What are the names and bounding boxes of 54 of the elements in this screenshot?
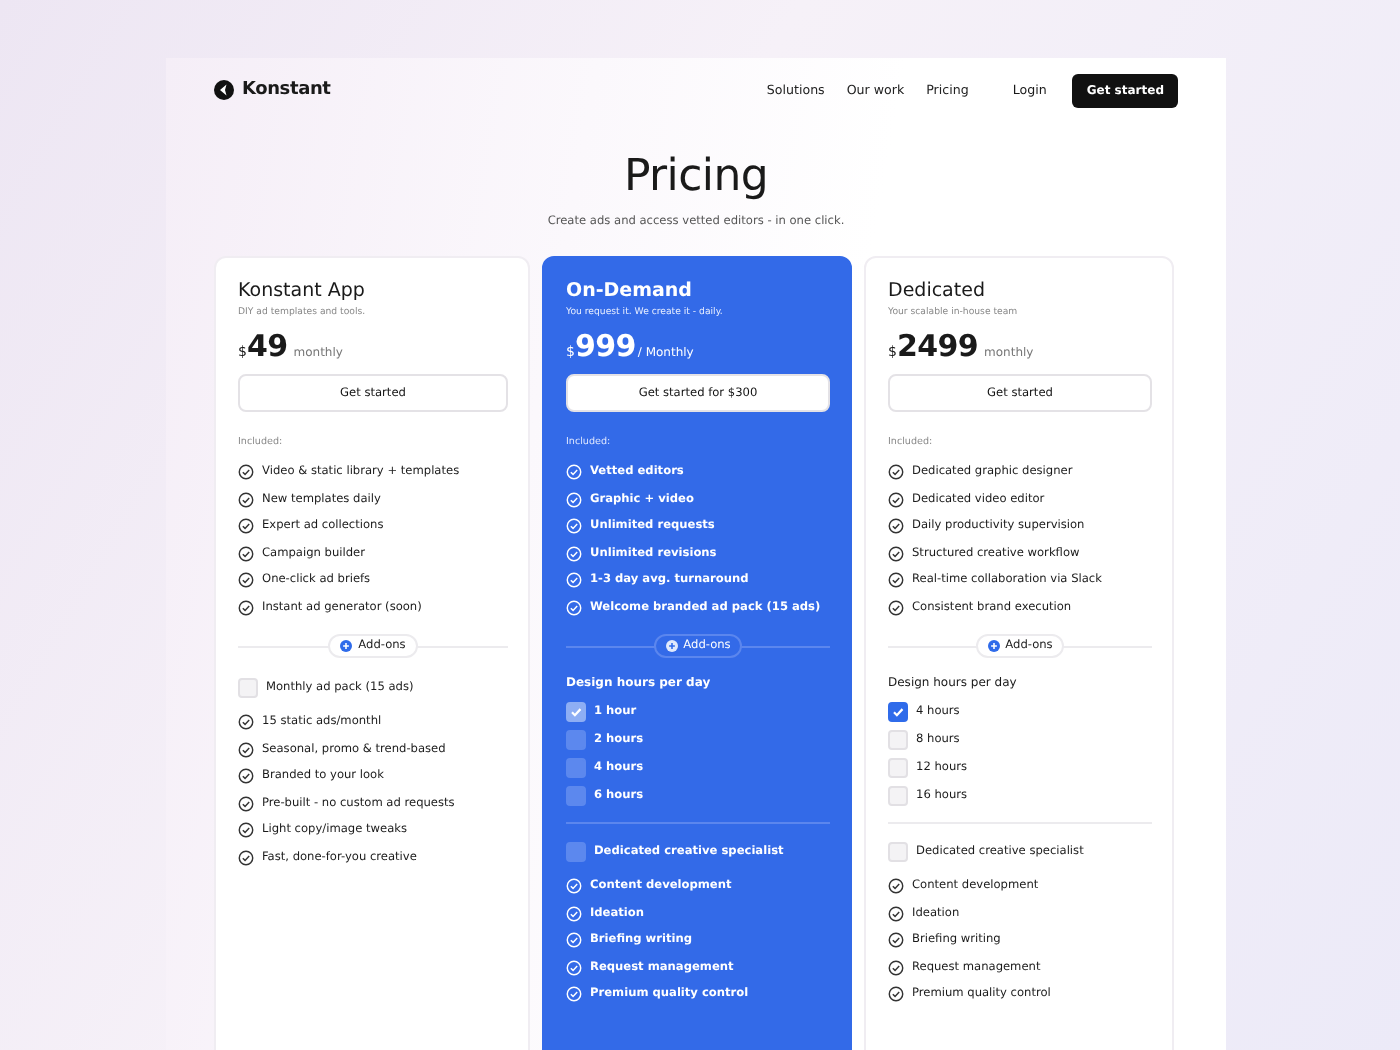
checkbox[interactable] — [566, 758, 586, 778]
page-title: Pricing — [621, 152, 771, 202]
check-circle-icon — [566, 599, 582, 616]
check-circle-icon — [888, 545, 904, 562]
check-circle-icon — [566, 905, 582, 922]
check-circle-icon — [566, 959, 582, 976]
check-circle-icon — [888, 464, 904, 481]
check-circle-icon — [888, 572, 904, 589]
check-circle-icon — [238, 741, 254, 758]
checkbox[interactable] — [566, 702, 586, 722]
checkbox[interactable] — [888, 702, 908, 722]
check-circle-icon — [888, 959, 904, 976]
check-circle-icon — [888, 932, 904, 949]
plan-name: Dedicated — [888, 280, 987, 302]
check-circle-icon — [888, 518, 904, 535]
check-circle-icon — [238, 795, 254, 812]
plan-name: On-Demand — [566, 280, 694, 302]
check-circle-icon — [238, 545, 254, 562]
plan-price: 999 — [574, 328, 636, 364]
check-circle-icon — [888, 599, 904, 616]
check-circle-icon — [566, 572, 582, 589]
check-circle-icon — [566, 518, 582, 535]
logo-icon — [214, 80, 234, 100]
check-circle-icon — [888, 878, 904, 895]
check-circle-icon — [238, 518, 254, 535]
plan-price: 2499 — [896, 328, 979, 364]
check-circle-icon — [566, 491, 582, 508]
check-circle-icon — [566, 986, 582, 1003]
plan-name: Konstant App — [238, 280, 367, 302]
check-circle-icon — [566, 878, 582, 895]
check-icon — [890, 704, 906, 720]
check-circle-icon — [566, 464, 582, 481]
check-circle-icon — [238, 768, 254, 785]
checkbox[interactable] — [566, 842, 586, 862]
check-circle-icon — [238, 849, 254, 866]
check-circle-icon — [238, 599, 254, 616]
check-circle-icon — [238, 572, 254, 589]
plus-circle-icon — [987, 640, 1000, 652]
check-circle-icon — [238, 822, 254, 839]
plan-price: 49 — [246, 328, 288, 364]
plus-circle-icon — [665, 640, 678, 652]
check-circle-icon — [238, 491, 254, 508]
check-circle-icon — [566, 932, 582, 949]
check-icon — [568, 704, 584, 720]
brand-name[interactable]: Konstant — [242, 80, 331, 100]
check-circle-icon — [566, 545, 582, 562]
check-circle-icon — [888, 905, 904, 922]
checkbox[interactable] — [566, 730, 586, 750]
checkbox[interactable] — [566, 786, 586, 806]
check-circle-icon — [238, 464, 254, 481]
check-circle-icon — [888, 986, 904, 1003]
check-circle-icon — [238, 714, 254, 731]
plus-circle-icon — [340, 640, 353, 652]
check-circle-icon — [888, 491, 904, 508]
